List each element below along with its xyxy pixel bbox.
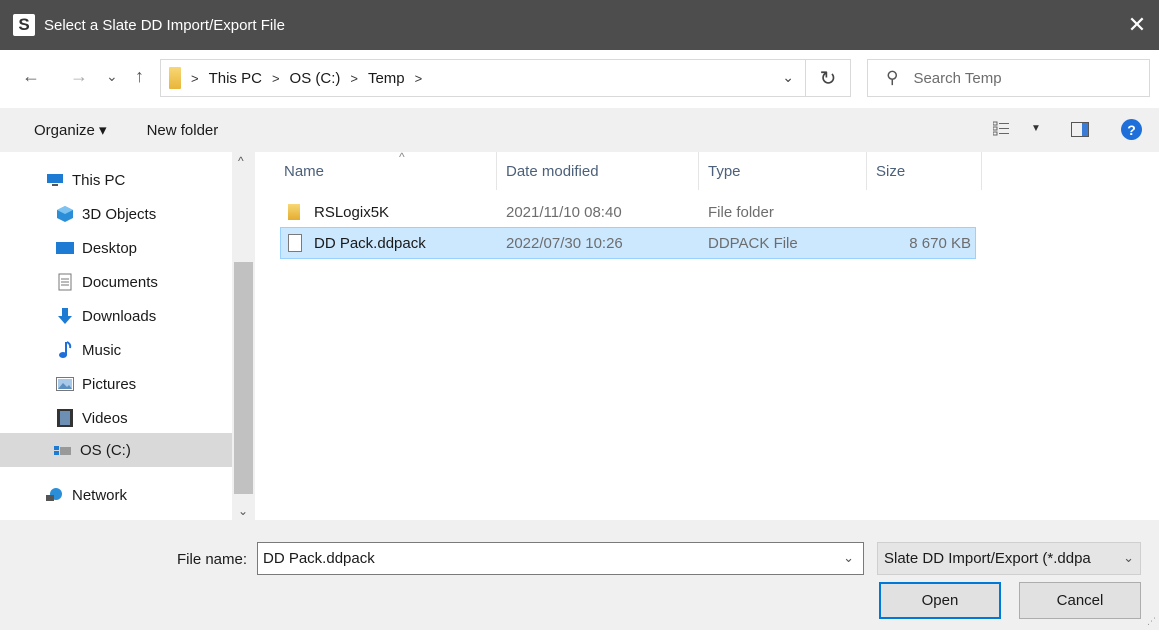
file-date: 2021/11/10 08:40 — [506, 203, 622, 221]
sidebar-item-label: 3D Objects — [82, 205, 157, 223]
search-input[interactable]: ⚲ Search Temp — [867, 59, 1150, 97]
sidebar-item-music[interactable]: Music — [0, 333, 232, 367]
desktop-icon — [56, 239, 74, 257]
help-icon[interactable]: ? — [1121, 119, 1142, 140]
dialog-footer: File name: DD Pack.ddpack ⌄ Slate DD Imp… — [0, 520, 1159, 630]
videos-icon — [56, 409, 74, 427]
sidebar-item-label: Music — [82, 341, 122, 359]
refresh-button[interactable]: ↻ — [805, 60, 850, 96]
file-size: 8 670 KB — [909, 234, 971, 252]
cancel-button[interactable]: Cancel — [1019, 582, 1141, 619]
file-name: DD Pack.ddpack — [314, 234, 426, 252]
chevron-right-icon[interactable]: > — [415, 71, 423, 86]
sidebar-item-label: Videos — [82, 409, 128, 427]
organize-button[interactable]: Organize ▾ — [34, 121, 107, 139]
preview-pane-icon[interactable] — [1071, 122, 1089, 137]
scrollbar-thumb[interactable] — [234, 262, 253, 494]
sidebar-item-os-c[interactable]: OS (C:) — [0, 433, 232, 467]
sidebar-item-desktop[interactable]: Desktop — [0, 231, 232, 265]
file-type-filter-value: Slate DD Import/Export (*.ddpa — [884, 550, 1091, 567]
file-name-label: File name: — [177, 551, 248, 568]
back-button[interactable]: ← — [22, 66, 40, 87]
sidebar-item-label: Desktop — [82, 239, 138, 257]
scroll-down-icon[interactable]: ⌄ — [238, 504, 248, 518]
breadcrumb-temp[interactable]: Temp — [368, 70, 405, 87]
file-row-rslogix5k[interactable]: RSLogix5K 2021/11/10 08:40 File folder — [280, 197, 976, 229]
file-name-value: DD Pack.ddpack — [263, 550, 375, 567]
sidebar-item-label: Downloads — [82, 307, 157, 325]
file-date: 2022/07/30 10:26 — [506, 234, 623, 252]
new-folder-button[interactable]: New folder — [147, 122, 219, 139]
close-button[interactable]: ✕ — [1115, 0, 1159, 50]
scroll-up-icon[interactable]: ^ — [238, 154, 244, 168]
column-header-date[interactable]: Date modified — [497, 152, 699, 190]
file-name-cell: RSLogix5K — [288, 197, 389, 227]
sort-ascending-icon: ^ — [399, 150, 405, 164]
sidebar-item-label: This PC — [72, 171, 126, 189]
sidebar-item-label: Pictures — [82, 375, 137, 393]
folder-icon — [169, 67, 181, 89]
column-header-size[interactable]: Size — [867, 152, 982, 190]
sidebar-item-pictures[interactable]: Pictures — [0, 367, 232, 401]
column-header-type[interactable]: Type — [699, 152, 867, 190]
folder-icon — [288, 204, 300, 220]
app-icon: S — [13, 14, 35, 36]
sidebar-item-this-pc[interactable]: This PC — [0, 163, 232, 197]
file-type: DDPACK File — [708, 234, 798, 252]
sidebar-item-label: Network — [72, 486, 128, 504]
file-type-filter[interactable]: Slate DD Import/Export (*.ddpa ⌄ — [877, 542, 1141, 575]
drive-icon — [54, 441, 72, 459]
open-button[interactable]: Open — [879, 582, 1001, 619]
chevron-right-icon[interactable]: > — [272, 71, 280, 86]
sidebar-item-downloads[interactable]: Downloads — [0, 299, 232, 333]
sidebar-item-label: Documents — [82, 273, 158, 291]
music-icon — [56, 341, 74, 359]
chevron-right-icon[interactable]: > — [191, 71, 199, 86]
recent-locations-button[interactable]: ⌄ — [106, 68, 118, 85]
file-icon — [288, 234, 302, 252]
window-title: Select a Slate DD Import/Export File — [44, 16, 285, 34]
view-dropdown-icon[interactable]: ▼ — [1031, 123, 1041, 134]
file-row-dd-pack[interactable]: DD Pack.ddpack 2022/07/30 10:26 DDPACK F… — [280, 227, 976, 259]
column-header-label: Name — [284, 162, 325, 180]
search-icon: ⚲ — [886, 68, 899, 87]
navigation-bar: ← → ⌄ ↑ > This PC > OS (C:) > Temp > ⌄ ↻… — [0, 50, 1159, 108]
address-dropdown-icon[interactable]: ⌄ — [782, 69, 794, 86]
resize-grip-icon[interactable]: ⋰ — [1147, 616, 1156, 627]
sidebar-item-videos[interactable]: Videos — [0, 401, 232, 435]
forward-button[interactable]: → — [70, 66, 88, 87]
sidebar-item-network[interactable]: Network — [0, 478, 232, 512]
computer-icon — [46, 171, 64, 189]
navigation-scrollbar[interactable]: ^ ⌄ — [232, 152, 255, 520]
file-name: RSLogix5K — [314, 203, 390, 221]
file-name-cell: DD Pack.ddpack — [288, 228, 426, 258]
sidebar-item-documents[interactable]: Documents — [0, 265, 232, 299]
file-name-field[interactable]: DD Pack.ddpack ⌄ — [257, 542, 864, 575]
chevron-right-icon[interactable]: > — [350, 71, 358, 86]
file-type: File folder — [708, 203, 774, 221]
chevron-down-icon[interactable]: ⌄ — [1119, 550, 1134, 566]
column-header-name[interactable]: Name ^ — [275, 150, 497, 190]
downloads-icon — [56, 307, 74, 325]
up-button[interactable]: ↑ — [135, 66, 144, 87]
3d-objects-icon — [56, 205, 74, 223]
sidebar-item-3d-objects[interactable]: 3D Objects — [0, 197, 232, 231]
view-options-icon[interactable] — [993, 121, 1009, 137]
navigation-tree: This PC 3D Objects Desktop Documents Dow… — [0, 152, 232, 520]
chevron-down-icon[interactable]: ⌄ — [843, 550, 854, 566]
breadcrumb-this-pc[interactable]: This PC — [209, 70, 262, 87]
navigation-pane: This PC 3D Objects Desktop Documents Dow… — [0, 152, 255, 520]
network-icon — [46, 486, 64, 504]
search-placeholder: Search Temp — [913, 69, 1002, 87]
file-list: Name ^ Date modified Type Size RSLogix5K… — [255, 150, 1159, 520]
documents-icon — [56, 273, 74, 291]
title-bar: S Select a Slate DD Import/Export File ✕ — [0, 0, 1159, 50]
pictures-icon — [56, 375, 74, 393]
address-bar[interactable]: > This PC > OS (C:) > Temp > ⌄ ↻ — [160, 59, 851, 97]
command-bar: Organize ▾ New folder ▼ ? — [0, 108, 1159, 152]
sidebar-item-label: OS (C:) — [80, 441, 131, 459]
breadcrumb-os-c[interactable]: OS (C:) — [290, 70, 341, 87]
